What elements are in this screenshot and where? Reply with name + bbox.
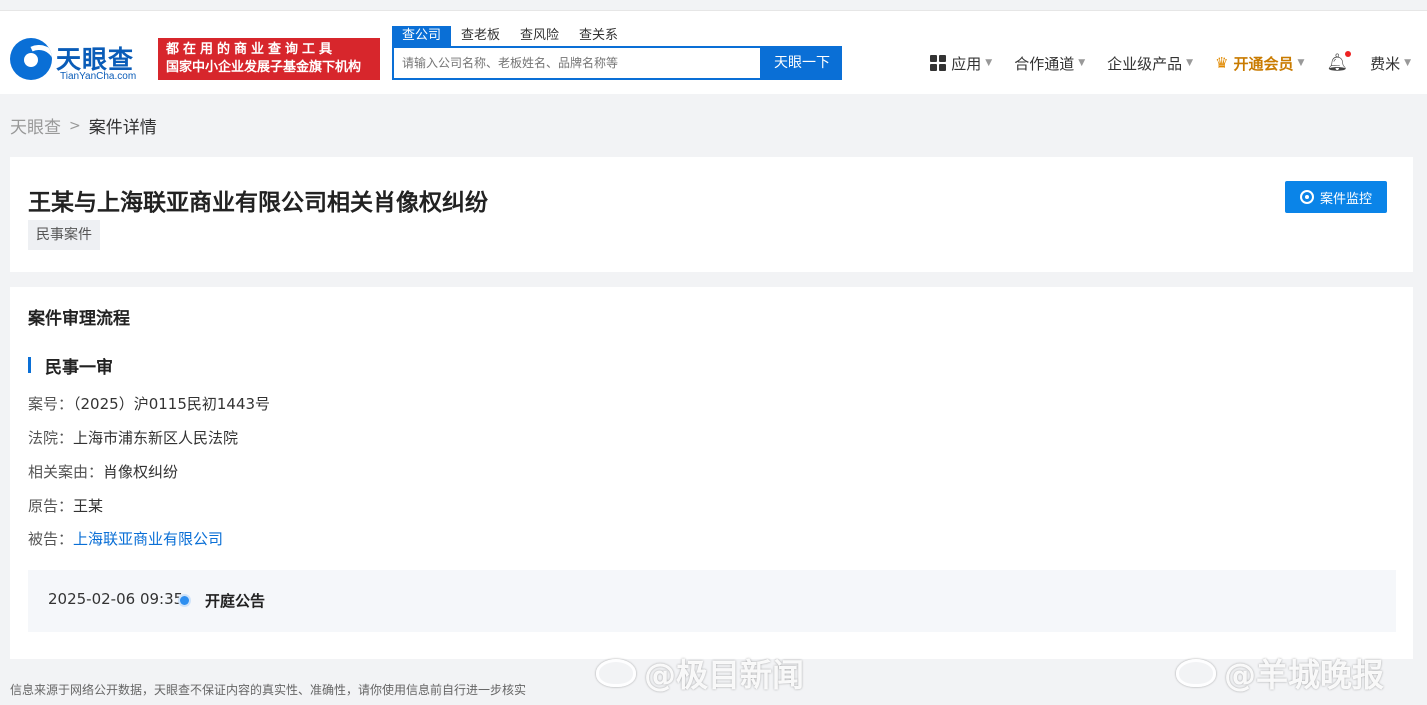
monitor-icon [1299,190,1314,204]
timeline-dot-icon [180,596,189,605]
case-header-card: 王某与上海联亚商业有限公司相关肖像权纠纷 民事案件 案件监控 [10,157,1413,272]
caret-down-icon: ▼ [1297,58,1305,68]
case-monitor-label: 案件监控 [1319,191,1372,207]
nav-apps-label: 应用 [951,54,982,73]
search-tabs: 查公司 查老板 查风险 查关系 [392,26,628,46]
nav-partner-label: 合作通道 [1014,54,1075,73]
disclaimer-text: 信息来源于网络公开数据，天眼查不保证内容的真实性、准确性，请你使用信息前自行进一… [10,683,527,697]
notification-button[interactable]: 🔔︎ [1326,51,1352,73]
field-defendant: 被告：上海联亚商业有限公司 [28,528,223,549]
case-type-tag: 民事案件 [28,220,100,250]
apps-grid-icon [930,55,947,71]
caret-down-icon: ▼ [985,58,993,68]
field-value: （2025）沪0115民初1443号 [73,395,271,413]
field-cause: 相关案由：肖像权纠纷 [28,461,178,482]
timeline-entry: 2025-02-06 09:35 开庭公告 [28,570,1396,632]
field-value: 上海市浦东新区人民法院 [73,429,239,447]
tab-search-boss[interactable]: 查老板 [451,26,510,46]
breadcrumb-home[interactable]: 天眼查 [10,113,61,138]
weibo-icon [1176,659,1216,687]
field-label: 相关案由： [28,463,104,481]
user-name: 费米 [1370,54,1401,73]
field-court: 法院：上海市浦东新区人民法院 [28,427,238,448]
field-value: 肖像权纠纷 [103,463,179,481]
caret-down-icon: ▼ [1078,58,1086,68]
case-monitor-button[interactable]: 案件监控 [1285,181,1387,213]
watermark-text: @羊城晚报 [1224,656,1385,694]
case-process-card: 案件审理流程 民事一审 案号：（2025）沪0115民初1443号 法院：上海市… [10,287,1413,659]
user-menu[interactable]: 费米 ▼ [1370,53,1411,74]
breadcrumb: 天眼查 > 案件详情 [10,113,157,139]
nav-enterprise[interactable]: 企业级产品 ▼ [1107,53,1193,74]
search-button[interactable]: 天眼一下 [762,46,842,80]
search-input[interactable] [394,48,760,78]
watermark-yangcheng: @羊城晚报 [1176,650,1384,696]
slogan-banner: 都在用的商业查询工具 国家中小企业发展子基金旗下机构 [158,38,380,80]
search-box [392,46,762,80]
stage-title: 民事一审 [28,353,113,378]
caret-down-icon: ▼ [1404,58,1411,68]
top-header: 天眼查 TianYanCha.com 都在用的商业查询工具 国家中小企业发展子基… [0,10,1427,94]
nav-vip[interactable]: ♛ 开通会员 ▼ [1215,53,1304,74]
section-title: 案件审理流程 [28,309,130,329]
bell-icon: 🔔︎ [1326,51,1352,73]
tab-search-company[interactable]: 查公司 [392,26,452,46]
field-label: 原告： [28,497,74,515]
tab-search-relation[interactable]: 查关系 [569,26,628,46]
tab-search-risk[interactable]: 查风险 [510,26,569,46]
watermark-text: @极目新闻 [644,656,805,694]
slogan-line1: 都在用的商业查询工具 [166,42,337,57]
weibo-icon [596,659,636,687]
crown-icon: ♛ [1215,54,1229,72]
timeline-event[interactable]: 开庭公告 [205,590,265,611]
eye-logo-icon [10,38,52,80]
page-title: 王某与上海联亚商业有限公司相关肖像权纠纷 [28,190,488,216]
field-plaintiff: 原告：王某 [28,495,103,516]
notification-dot [1345,51,1352,57]
watermark-jimu: @极目新闻 [596,650,804,696]
top-nav: 应用 ▼ 合作通道 ▼ 企业级产品 ▼ ♛ 开通会员 ▼ 🔔︎ 费米 ▼ [908,51,1411,75]
nav-apps[interactable]: 应用 ▼ [930,53,992,74]
field-label: 法院： [28,429,74,447]
field-label: 案号： [28,395,74,413]
field-label: 被告： [28,530,74,548]
breadcrumb-current: 案件详情 [88,118,157,138]
timeline-time: 2025-02-06 09:35 [48,590,184,608]
tianyancha-logo[interactable]: 天眼查 TianYanCha.com [10,38,150,86]
caret-down-icon: ▼ [1186,58,1194,68]
defendant-link[interactable]: 上海联亚商业有限公司 [73,530,223,548]
slogan-line2: 国家中小企业发展子基金旗下机构 [166,60,362,75]
field-value: 王某 [73,497,104,515]
logo-domain: TianYanCha.com [60,71,137,82]
nav-vip-label: 开通会员 [1233,54,1294,73]
chevron-right-icon: > [69,117,81,134]
nav-partner[interactable]: 合作通道 ▼ [1014,53,1085,74]
nav-enterprise-label: 企业级产品 [1107,54,1183,73]
field-case-number: 案号：（2025）沪0115民初1443号 [28,393,270,414]
